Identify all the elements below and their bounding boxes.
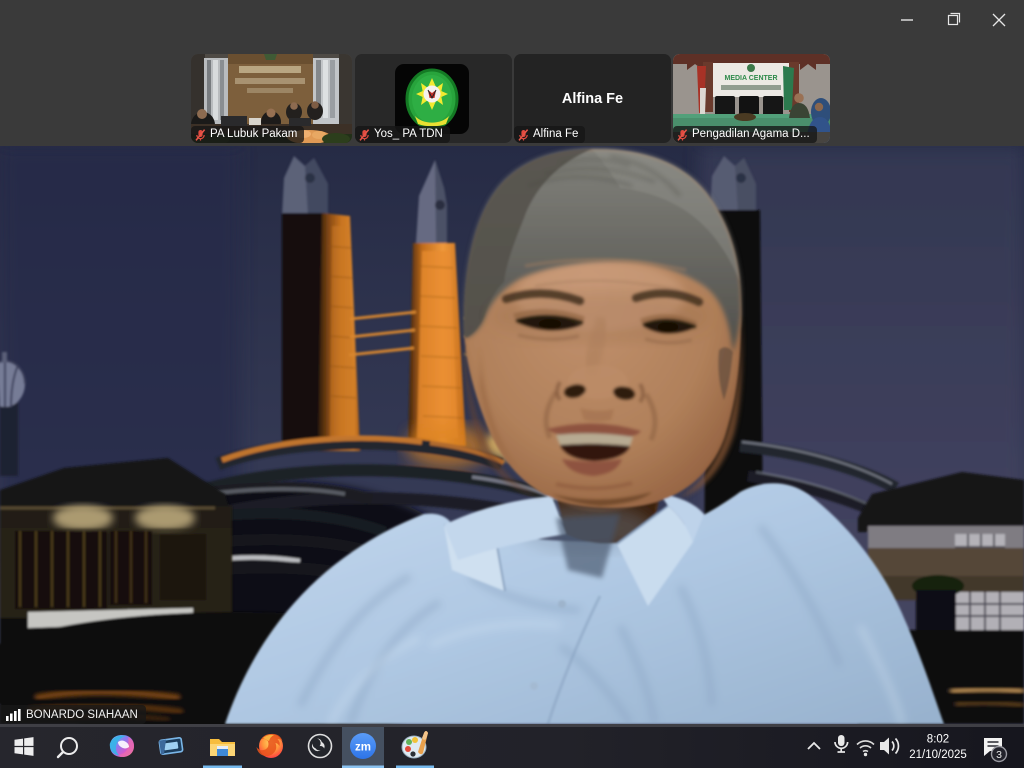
svg-text:8:02: 8:02 [927,734,949,746]
svg-text:3: 3 [996,749,1002,761]
svg-text:MEDIA CENTER: MEDIA CENTER [724,75,777,82]
svg-text:zm: zm [355,742,371,754]
svg-text:21/10/2025: 21/10/2025 [909,749,967,761]
